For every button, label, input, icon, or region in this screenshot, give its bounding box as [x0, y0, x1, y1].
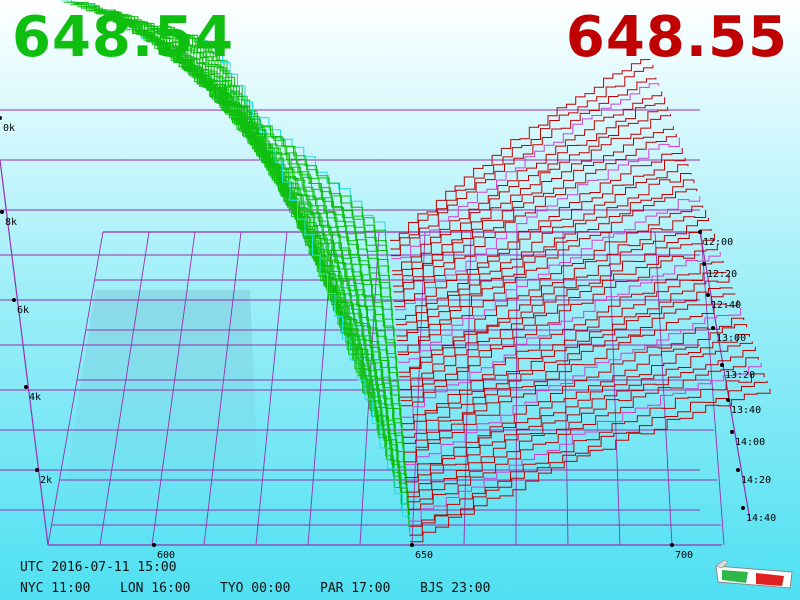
time-tick-label: 13:20	[725, 370, 755, 381]
x-tick-label-marker	[670, 543, 674, 547]
x-tick-label-marker	[410, 543, 414, 547]
time-tick-label: 14:00	[735, 437, 765, 448]
x-tick-label: 650	[415, 550, 433, 561]
y-tick-label: 0k	[3, 123, 15, 134]
time-tick-label: 13:40	[731, 405, 761, 416]
ask-depth-line	[400, 233, 715, 402]
y-tick-label-marker	[12, 298, 16, 302]
clock-bjs: BJS 23:00	[420, 581, 491, 596]
utc-timestamp: UTC 2016-07-11 15:00	[20, 560, 177, 575]
time-tick-label-marker	[698, 230, 702, 234]
clock-par: PAR 17:00	[320, 581, 391, 596]
ask-depth-line	[392, 106, 669, 287]
grid-line	[463, 231, 472, 546]
time-tick-label-marker	[730, 430, 734, 434]
y-tick-label-marker	[0, 116, 2, 120]
ask-depth-line	[392, 97, 666, 276]
x-tick-label-marker	[152, 543, 156, 547]
ask-depth-line	[410, 388, 771, 543]
grid-line	[608, 231, 621, 546]
y-tick-label: 8k	[5, 217, 17, 228]
clock-nyc: NYC 11:00	[20, 581, 91, 596]
time-tick-label-marker	[702, 262, 706, 266]
time-tick-label-marker	[736, 468, 740, 472]
time-tick-label-marker	[720, 363, 724, 367]
ask-price: 648.55	[565, 5, 788, 70]
time-tick-label-marker	[711, 326, 715, 330]
time-tick-label-marker	[706, 293, 710, 297]
time-tick-label: 14:20	[741, 475, 771, 486]
y-tick-label: 4k	[29, 392, 41, 403]
time-tick-label: 12:40	[711, 300, 741, 311]
3d-glasses-icon[interactable]	[714, 558, 794, 592]
clock-lon: LON 16:00	[120, 581, 191, 596]
grid-line	[255, 231, 288, 546]
x-tick-label: 700	[675, 550, 693, 561]
ask-depth-line	[409, 373, 765, 527]
y-tick-label: 2k	[40, 475, 52, 486]
ask-depth-line	[404, 300, 739, 463]
bid-price: 648.54	[12, 5, 235, 70]
y-tick-label: 6k	[17, 305, 29, 316]
time-tick-label: 12:00	[703, 237, 733, 248]
y-tick-label-marker	[35, 468, 39, 472]
clock-tyo: TYO 00:00	[220, 581, 291, 596]
y-tick-label-marker	[0, 210, 4, 214]
time-tick-label-marker	[741, 506, 745, 510]
ask-depth-line	[406, 334, 750, 493]
time-tick-label: 14:40	[746, 513, 776, 524]
grid-line	[515, 231, 518, 546]
time-tick-label: 13:00	[716, 333, 746, 344]
time-tick-label-marker	[726, 398, 730, 402]
depth-chart: 600 650 7002k4k6k8k0k12:0012:2012:4013:001…	[0, 0, 776, 561]
ask-depth-line	[390, 64, 654, 250]
time-tick-label: 12:20	[707, 269, 737, 280]
y-tick-label-marker	[24, 385, 28, 389]
